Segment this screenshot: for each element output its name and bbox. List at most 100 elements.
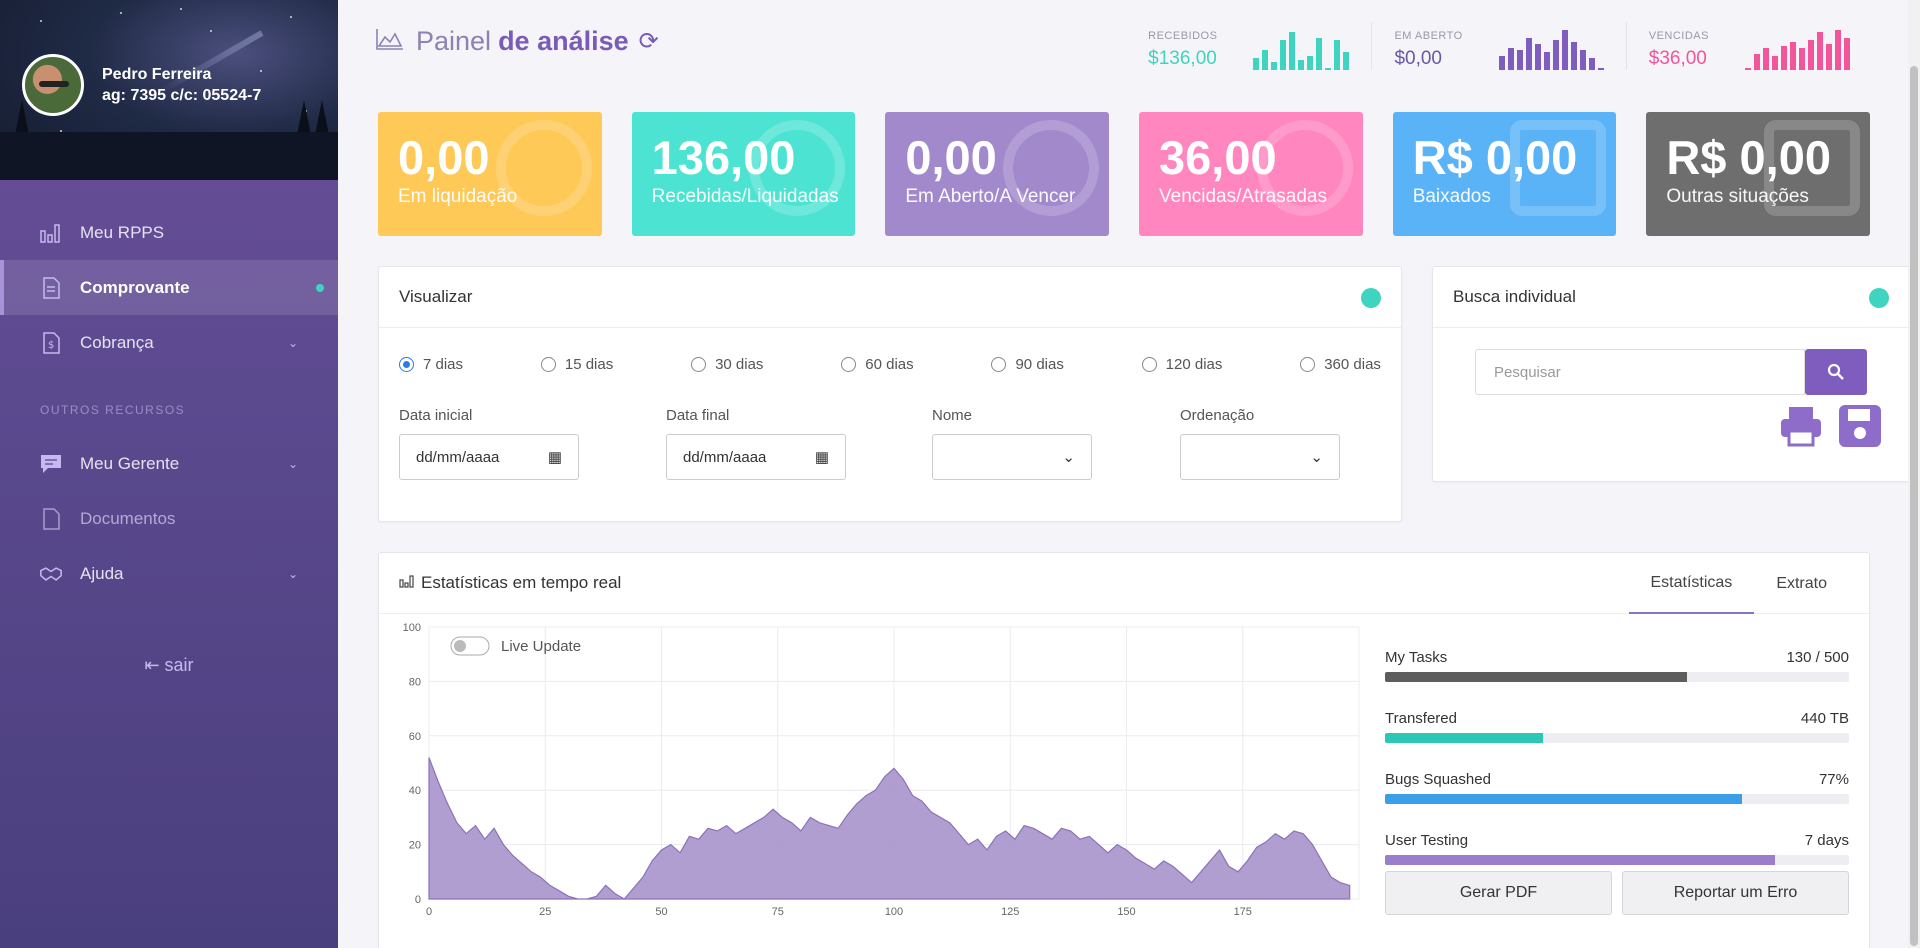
sidebar-header-image: Pedro Ferreira ag: 7395 c/c: 05524-7 <box>0 0 338 180</box>
ordenacao-select[interactable]: ⌄ <box>1180 434 1340 480</box>
tile-outras[interactable]: R$ 0,00 Outras situações <box>1646 112 1871 236</box>
sidebar-item-comprovante[interactable]: Comprovante <box>0 260 338 315</box>
status-dot <box>1869 288 1889 308</box>
radio-button[interactable] <box>540 357 556 372</box>
print-icon[interactable] <box>1779 405 1821 447</box>
user-account: ag: 7395 c/c: 05524-7 <box>102 87 262 104</box>
tool-icons <box>1779 405 1881 447</box>
x-tick-label: 100 <box>885 906 903 918</box>
sidebar-item-ajuda[interactable]: Ajuda ⌄ <box>0 546 338 601</box>
tile-em-liquidacao[interactable]: 0,00 Em liquidação <box>378 112 602 236</box>
tile-label: Vencidas/Atrasadas <box>1159 186 1327 207</box>
radio-button[interactable] <box>841 357 857 372</box>
mini-stat-em-aberto: EM ABERTO $0,00 <box>1371 22 1625 70</box>
mini-bar <box>1552 40 1559 70</box>
chat-icon <box>40 453 62 475</box>
mini-bar-chart <box>1253 28 1350 70</box>
search-bar: Pesquisar <box>1475 349 1867 395</box>
mini-stat-value: $136,00 <box>1148 48 1217 69</box>
radio-7-dias[interactable]: 7 dias <box>399 356 463 373</box>
handshake-icon <box>40 563 62 585</box>
progress-fill <box>1385 733 1543 743</box>
data-final-input[interactable]: dd/mm/aaaa ▦ <box>666 434 846 480</box>
tile-recebidas[interactable]: 136,00 Recebidas/Liquidadas <box>631 112 856 236</box>
mini-bar <box>1343 52 1350 70</box>
mini-bar <box>1579 50 1586 70</box>
gerar-pdf-button[interactable]: Gerar PDF <box>1385 871 1612 915</box>
radio-button[interactable] <box>1300 357 1316 372</box>
radio-button[interactable] <box>399 357 414 372</box>
save-icon[interactable] <box>1839 405 1881 447</box>
mini-bar <box>1534 44 1541 70</box>
scrollbar-thumb[interactable] <box>1910 66 1918 946</box>
radio-button[interactable] <box>991 357 1007 372</box>
scrollbar[interactable] <box>1908 0 1920 948</box>
search-icon <box>1827 363 1844 380</box>
radio-button[interactable] <box>691 357 707 372</box>
sidebar-item-cobranca[interactable]: $ Cobrança ⌄ <box>0 315 338 370</box>
mini-stat-label: VENCIDAS <box>1648 30 1709 42</box>
logout-label: sair <box>164 655 194 675</box>
data-inicial-input[interactable]: dd/mm/aaaa ▦ <box>399 434 579 480</box>
x-tick-label: 0 <box>426 906 432 918</box>
reportar-erro-button[interactable]: Reportar um Erro <box>1622 871 1849 915</box>
calendar-icon[interactable]: ▦ <box>548 448 562 466</box>
mini-bar <box>1516 50 1523 70</box>
summary-tiles: 0,00 Em liquidação 136,00 Recebidas/Liqu… <box>378 112 1871 236</box>
mini-bar <box>1817 32 1823 70</box>
mini-bar <box>1543 52 1550 70</box>
progress-label: Bugs Squashed <box>1385 771 1491 788</box>
search-input[interactable]: Pesquisar <box>1475 349 1805 395</box>
progress-fill <box>1385 672 1687 682</box>
radio-90-dias[interactable]: 90 dias <box>991 356 1064 373</box>
sidebar-item-documentos[interactable]: Documentos <box>0 491 338 546</box>
progress-list: My Tasks 130 / 500 Transfered 440 TB Bugs … <box>1385 649 1849 893</box>
radio-label: 15 dias <box>564 356 614 373</box>
chevron-down-icon: ⌄ <box>287 566 298 581</box>
sidebar-item-meu-rpps[interactable]: Meu RPPS <box>0 205 338 260</box>
data-final-label: Data final <box>666 407 730 424</box>
ordenacao-filter: Ordenação ⌄ <box>1180 407 1340 480</box>
radio-360-dias[interactable]: 360 dias <box>1300 356 1381 373</box>
mini-stat-label: EM ABERTO <box>1394 30 1463 42</box>
radio-button[interactable] <box>1141 357 1157 372</box>
document-icon <box>40 276 62 299</box>
search-button[interactable] <box>1805 349 1867 395</box>
radio-30-dias[interactable]: 30 dias <box>691 356 763 373</box>
progress-track <box>1385 794 1849 804</box>
logout-link[interactable]: ⇤ sair <box>0 655 338 676</box>
mini-bar <box>1334 40 1341 70</box>
filter-row: Data inicial dd/mm/aaaa ▦ Data final dd/… <box>379 373 1401 483</box>
logout-icon: ⇤ <box>144 655 160 675</box>
nome-select[interactable]: ⌄ <box>932 434 1092 480</box>
visualizar-title: Visualizar <box>379 267 1401 328</box>
mini-bar <box>1280 40 1287 70</box>
tile-vencidas[interactable]: 36,00 Vencidas/Atrasadas <box>1139 112 1363 236</box>
radio-15-dias[interactable]: 15 dias <box>540 356 614 373</box>
chevron-down-icon: ⌄ <box>287 456 298 471</box>
avatar[interactable] <box>22 54 84 116</box>
invoice-icon: $ <box>40 331 62 354</box>
chevron-down-icon: ⌄ <box>287 335 298 350</box>
mini-bar <box>1570 42 1577 70</box>
mini-bar <box>1262 50 1269 70</box>
date-value: dd/mm/aaaa <box>416 448 500 466</box>
mini-bar <box>1772 56 1778 70</box>
tile-baixados[interactable]: R$ 0,00 Baixados <box>1392 112 1617 236</box>
tile-em-aberto[interactable]: 0,00 Em Aberto/A Vencer <box>885 112 1110 236</box>
mini-stat-vencidas: VENCIDAS $36,00 <box>1625 22 1872 70</box>
tab-extrato[interactable]: Extrato <box>1754 553 1849 614</box>
radio-60-dias[interactable]: 60 dias <box>841 356 914 373</box>
progress-label: Transfered <box>1385 710 1457 727</box>
mini-bar-chart <box>1745 28 1850 70</box>
refresh-icon[interactable]: ⟳ <box>639 27 659 56</box>
calendar-icon[interactable]: ▦ <box>815 448 829 466</box>
radio-120-dias[interactable]: 120 dias <box>1141 356 1222 373</box>
sidebar-item-meu-gerente[interactable]: Meu Gerente ⌄ <box>0 436 338 491</box>
progress-value: 77% <box>1818 771 1849 788</box>
area-series <box>428 757 1351 900</box>
mini-bar <box>1253 58 1260 70</box>
page-title-light: Painel <box>416 26 492 56</box>
status-dot <box>1361 288 1381 308</box>
tab-estatisticas[interactable]: Estatísticas <box>1628 553 1755 614</box>
